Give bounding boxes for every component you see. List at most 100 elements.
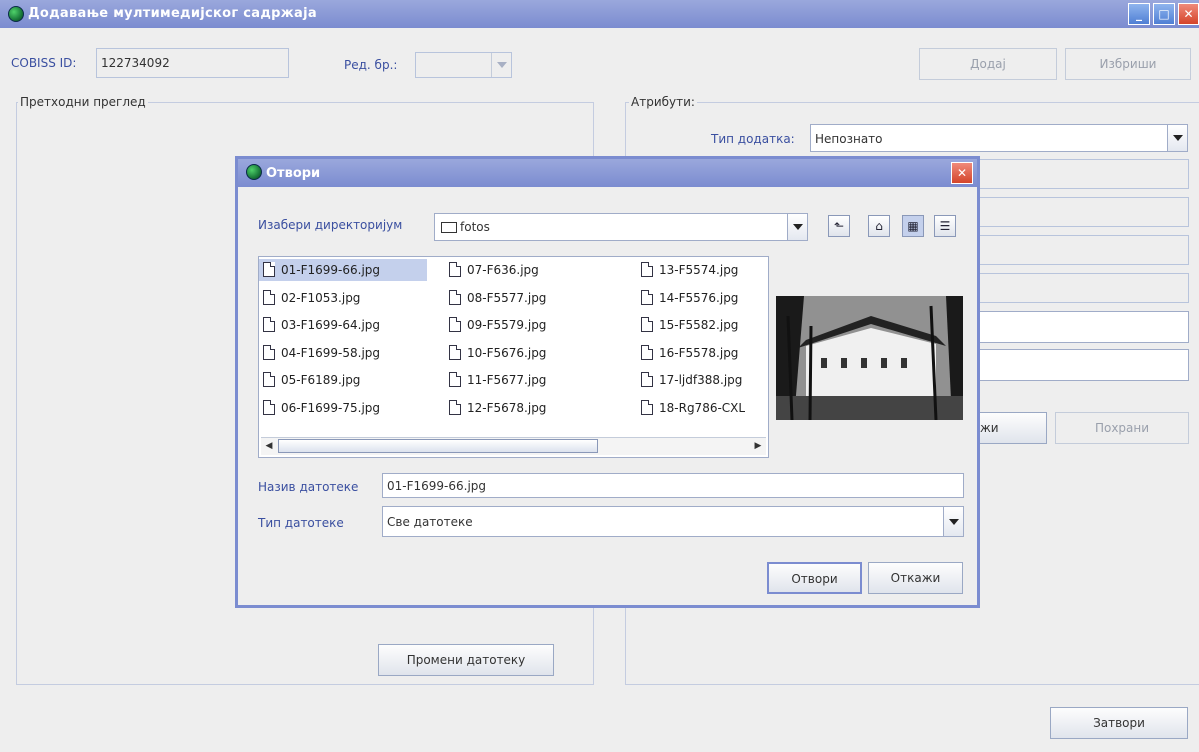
file-list-item[interactable]: 13-F5574.jpg: [637, 259, 789, 281]
file-list[interactable]: 01-F1699-66.jpg 02-F1053.jpg 03-F1699-64.j…: [258, 256, 769, 458]
file-list-item[interactable]: 06-F1699-75.jpg: [259, 397, 427, 419]
file-list-item[interactable]: 02-F1053.jpg: [259, 287, 427, 309]
file-list-item[interactable]: 09-F5579.jpg: [445, 314, 617, 336]
file-name: 15-F5582.jpg: [659, 318, 739, 332]
add-button-label: Додај: [970, 57, 1006, 71]
dir-value: fotos: [460, 220, 490, 234]
file-icon: [263, 262, 275, 277]
filename-label: Назив датотеке: [258, 480, 359, 494]
details-view-icon[interactable]: ☰: [934, 215, 956, 237]
scroll-right-icon[interactable]: ▶: [750, 438, 766, 454]
file-list-item[interactable]: 14-F5576.jpg: [637, 287, 789, 309]
file-name: 12-F5678.jpg: [467, 400, 547, 415]
dialog-title-bar[interactable]: Отвори ✕: [238, 159, 977, 187]
close-icon[interactable]: ✕: [951, 162, 973, 184]
up-folder-icon[interactable]: ⬑: [828, 215, 850, 237]
save-button-label: Похрани: [1094, 421, 1150, 435]
type-combo[interactable]: Непознато: [810, 124, 1188, 152]
file-icon: [641, 372, 653, 387]
open-button[interactable]: Отвори: [767, 562, 862, 594]
chevron-down-icon[interactable]: [491, 53, 511, 77]
file-icon: [449, 289, 461, 305]
file-list-item[interactable]: 12-F5678.jpg: [445, 397, 617, 419]
file-name: 08-F5577.jpg: [467, 290, 547, 305]
file-icon: [449, 372, 461, 387]
file-name: 09-F5579.jpg: [467, 318, 547, 332]
file-name: 14-F5576.jpg: [659, 290, 739, 305]
open-button-label: Отвори: [791, 572, 838, 586]
attribute-field-1: [975, 159, 1189, 189]
horizontal-scrollbar[interactable]: ◀ ▶: [261, 437, 766, 455]
file-name: 17-ljdf388.jpg: [659, 373, 743, 387]
file-list-item[interactable]: 16-F5578.jpg: [637, 342, 789, 364]
close-button[interactable]: Затвори: [1050, 707, 1188, 739]
file-list-item[interactable]: 15-F5582.jpg: [637, 314, 789, 336]
maximize-icon[interactable]: □: [1153, 3, 1175, 25]
file-icon: [263, 344, 275, 360]
delete-button[interactable]: Избриши: [1065, 48, 1191, 80]
cancel-button-label: Откажи: [890, 571, 941, 585]
file-list-item[interactable]: 07-F636.jpg: [445, 259, 617, 281]
list-view-icon[interactable]: ▦: [902, 215, 924, 237]
scroll-thumb[interactable]: [278, 439, 598, 453]
file-name: 04-F1699-58.jpg: [281, 345, 381, 360]
file-icon: [641, 344, 653, 360]
file-list-item[interactable]: 08-F5577.jpg: [445, 287, 617, 309]
file-name: 06-F1699-75.jpg: [281, 400, 381, 415]
dir-label: Изабери директоријум: [258, 218, 403, 232]
filename-input[interactable]: 01-F1699-66.jpg: [382, 473, 964, 498]
home-icon[interactable]: ⌂: [868, 215, 890, 237]
file-icon: [641, 262, 653, 277]
file-name: 07-F636.jpg: [467, 263, 539, 277]
file-name: 05-F6189.jpg: [281, 373, 361, 387]
cobiss-id-value: 122734092: [101, 56, 170, 70]
file-list-item[interactable]: 17-ljdf388.jpg: [637, 369, 789, 391]
scroll-left-icon[interactable]: ◀: [261, 438, 277, 454]
file-list-item[interactable]: 11-F5677.jpg: [445, 369, 617, 391]
attribute-input-6[interactable]: [975, 349, 1189, 381]
chevron-down-icon[interactable]: [1167, 125, 1187, 151]
cancel-button[interactable]: Откажи: [868, 562, 963, 594]
save-button[interactable]: Похрани: [1055, 412, 1189, 444]
red-br-combo[interactable]: [415, 52, 512, 78]
filetype-value: Све датотеке: [387, 515, 473, 529]
file-icon: [641, 317, 653, 332]
chevron-down-icon[interactable]: [943, 507, 963, 536]
dir-combo[interactable]: fotos: [434, 213, 808, 241]
cobiss-id-label: COBISS ID:: [11, 56, 77, 70]
cobiss-id-field: 122734092: [96, 48, 289, 78]
file-icon: [263, 372, 275, 387]
attribute-input-5[interactable]: [975, 311, 1189, 343]
red-br-label: Ред. бр.:: [344, 58, 398, 72]
file-icon: [263, 399, 275, 415]
add-button[interactable]: Додај: [919, 48, 1057, 80]
filetype-combo[interactable]: Све датотеке: [382, 506, 964, 537]
preview-legend: Претходни преглед: [18, 95, 148, 109]
attribute-field-3: [975, 235, 1189, 265]
window-title: Додавање мултимедијског садржаја: [28, 6, 317, 21]
app-globe-icon: [8, 6, 24, 22]
file-list-item[interactable]: 03-F1699-64.jpg: [259, 314, 427, 336]
chevron-down-icon[interactable]: [787, 214, 807, 240]
file-icon: [449, 399, 461, 415]
delete-button-label: Избриши: [1099, 57, 1157, 71]
file-icon: [449, 317, 461, 332]
file-list-item[interactable]: 18-Rg786-CXL: [637, 397, 789, 419]
close-icon[interactable]: ✕: [1178, 3, 1199, 25]
window-title-bar[interactable]: Додавање мултимедијског садржаја _ □ ✕: [0, 0, 1199, 28]
file-list-item[interactable]: 04-F1699-58.jpg: [259, 342, 427, 364]
image-preview: [776, 296, 963, 420]
file-list-item[interactable]: 05-F6189.jpg: [259, 369, 427, 391]
minimize-icon[interactable]: _: [1128, 3, 1150, 25]
file-name: 01-F1699-66.jpg: [281, 263, 381, 277]
file-icon: [263, 317, 275, 332]
file-icon: [641, 399, 653, 415]
file-list-item[interactable]: 10-F5676.jpg: [445, 342, 617, 364]
file-list-item[interactable]: 01-F1699-66.jpg: [259, 259, 427, 281]
change-file-button[interactable]: Промени датотеку: [378, 644, 554, 676]
file-icon: [641, 289, 653, 305]
attr-cancel-button[interactable]: жи: [975, 412, 1047, 444]
file-name: 11-F5677.jpg: [467, 373, 547, 387]
dialog-title: Отвори: [266, 166, 321, 181]
file-name: 02-F1053.jpg: [281, 290, 361, 305]
